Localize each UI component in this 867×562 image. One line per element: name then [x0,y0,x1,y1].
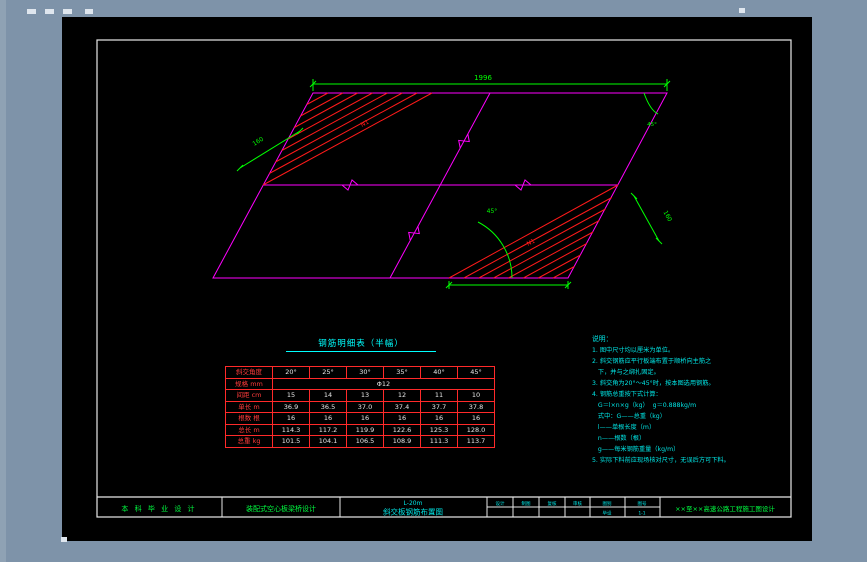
table-cell: 15 [272,389,310,402]
corner-angle-label: 45° [647,122,657,128]
table-header-cell: 20° [272,366,310,379]
table-cell: 122.6 [383,423,421,436]
skew-angle-label: 45° [487,208,498,215]
table-row: 斜交角度 20° 25° 30° 35° 40° 45° [225,366,495,379]
note-line: l——单根长度（m） [592,424,656,431]
table-cell: 125.3 [420,423,458,436]
table-cell: 111.3 [420,435,458,448]
table-row: 根数 根 16 16 16 16 16 16 [225,412,495,425]
table-row: 单长 m 36.9 36.5 37.0 37.4 37.7 37.8 [225,400,495,413]
note-line: G＝l×n×g（kg） g＝0.888kg/m [592,402,697,409]
titleblock-sheet-label: 图别 [603,500,612,507]
grip-icon[interactable] [27,9,36,14]
titleblock-highway-project: ××至××高速公路工程施工图设计 [675,504,775,513]
grip-icon[interactable] [85,9,93,14]
table-cell: 11 [420,389,458,402]
note-line: n——根数（根） [592,435,646,442]
row-label: 间距 cm [225,389,273,402]
titleblock-cell-project-name: 装配式空心板梁桥设计 [246,504,316,513]
row-label: 规格 mm [225,377,273,390]
note-line: 2. 斜交钢筋应平行板端布置于顺桥向主筋之 [592,358,712,365]
table-row: 规格 mm Φ12 [225,377,495,390]
grip-icon[interactable] [61,537,67,542]
table-header-cell: 25° [309,366,347,379]
table-cell: Φ12 [272,377,495,390]
grip-icon[interactable] [45,9,54,14]
row-label: 总长 m [225,423,273,436]
note-line: 5. 实际下料前应现场核对尺寸，无误后方可下料。 [592,457,730,464]
rebar-table-title: 钢筋明细表（半幅） [286,337,436,352]
note-line: 4. 钢筋总重按下式计算： [592,391,662,398]
grip-icon[interactable] [63,9,72,14]
table-cell: 37.4 [383,400,421,413]
table-cell: 16 [309,412,347,425]
table-cell: 16 [383,412,421,425]
table-header-cell: 35° [383,366,421,379]
note-line: g——每米钢筋重量（kg/m） [592,446,680,453]
table-cell: 13 [346,389,384,402]
table-cell: 10 [457,389,495,402]
table-corner-cell: 斜交角度 [225,366,273,379]
table-cell: 16 [272,412,310,425]
note-line: 3. 斜交角为20°～45°时，按本图选用钢筋。 [592,380,715,387]
table-cell: 37.8 [457,400,495,413]
table-row: 总长 m 114.3 117.2 119.9 122.6 125.3 128.0 [225,423,495,436]
titleblock-sheet-value: 毕设 [603,510,612,517]
table-cell: 36.9 [272,400,310,413]
titleblock-role-label: 审核 [573,500,582,507]
rebar-schedule-table: 斜交角度 20° 25° 30° 35° 40° 45° 规格 mm Φ12 间… [225,366,495,448]
notes-title: 说明： [592,335,613,343]
table-cell: 104.1 [309,435,347,448]
titleblock-sheet-label: 图号 [638,501,647,507]
table-cell: 16 [346,412,384,425]
cad-viewport: N1 N1 1996 160 160 45° 45° 本 科 毕 业 设 计 装… [0,0,867,562]
row-label: 总重 kg [225,435,273,448]
table-cell: 12 [383,389,421,402]
table-cell: 37.0 [346,400,384,413]
table-cell: 16 [420,412,458,425]
titleblock-span-label: L-20m [404,500,423,507]
note-line: 式中：G——总重（kg） [592,413,666,420]
notes-block: 说明： 1. 图中尺寸均以厘米为单位。 2. 斜交钢筋应平行板端布置于顺桥向主筋… [592,334,787,466]
table-cell: 14 [309,389,347,402]
table-cell: 101.5 [272,435,310,448]
titleblock-role-label: 复核 [548,500,557,507]
viewport-left-edge [0,0,6,562]
table-cell: 106.5 [346,435,384,448]
titleblock-drawing-title: 斜交板钢筋布置图 [383,507,443,517]
row-label: 单长 m [225,400,273,413]
table-cell: 117.2 [309,423,347,436]
table-header-cell: 30° [346,366,384,379]
titleblock-cell-unit: 本 科 毕 业 设 计 [121,504,196,513]
table-header-cell: 45° [457,366,495,379]
table-cell: 113.7 [457,435,495,448]
note-line: 下，并与之绑扎固定。 [592,369,660,376]
table-cell: 119.9 [346,423,384,436]
titleblock-sheet-value: 1-1 [638,511,645,517]
note-line: 1. 图中尺寸均以厘米为单位。 [592,347,675,354]
titleblock-role-label: 制图 [522,500,531,507]
row-label: 根数 根 [225,412,273,425]
table-cell: 16 [457,412,495,425]
table-cell: 36.5 [309,400,347,413]
table-row: 总重 kg 101.5 104.1 106.5 108.9 111.3 113.… [225,435,495,448]
table-row: 间距 cm 15 14 13 12 11 10 [225,389,495,402]
table-cell: 128.0 [457,423,495,436]
table-cell: 37.7 [420,400,458,413]
titleblock-role-label: 设计 [496,500,505,507]
dim-top-label: 1996 [474,74,492,82]
grip-icon[interactable] [739,8,745,13]
table-cell: 114.3 [272,423,310,436]
table-header-cell: 40° [420,366,458,379]
table-cell: 108.9 [383,435,421,448]
